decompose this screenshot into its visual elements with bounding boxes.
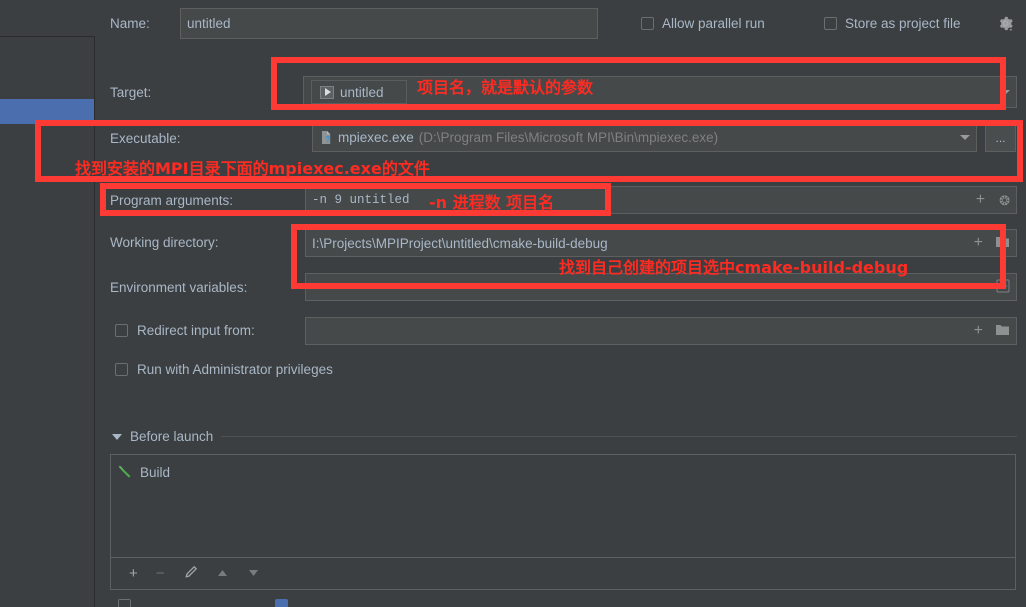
- run-with-admin-label[interactable]: Run with Administrator privileges: [137, 362, 333, 377]
- target-selected-item[interactable]: untitled: [311, 80, 407, 104]
- move-down-icon: [247, 566, 260, 581]
- working-directory-value: I:\Projects\MPIProject\untitled\cmake-bu…: [312, 235, 608, 251]
- before-launch-divider: [221, 436, 1017, 437]
- target-combobox[interactable]: [303, 76, 1017, 108]
- program-arguments-value: -n 9 untitled: [312, 193, 410, 207]
- unknown-file-icon: ?: [319, 130, 333, 145]
- allow-parallel-run-checkbox[interactable]: [641, 17, 654, 30]
- insert-macro-icon[interactable]: +: [976, 192, 985, 208]
- before-launch-header[interactable]: Before launch: [112, 429, 1017, 444]
- executable-browse-button[interactable]: ...: [985, 123, 1016, 152]
- working-directory-insert-macro-icon[interactable]: +: [974, 235, 983, 251]
- move-up-icon: [216, 566, 229, 581]
- annotation-text-target: 项目名，就是默认的参数: [417, 78, 594, 97]
- allow-parallel-run-label[interactable]: Allow parallel run: [662, 16, 765, 31]
- gear-icon[interactable]: [997, 15, 1014, 35]
- working-directory-input[interactable]: I:\Projects\MPIProject\untitled\cmake-bu…: [305, 229, 1017, 257]
- activate-tool-window-checkbox[interactable]: [275, 599, 288, 607]
- target-label: Target:: [110, 85, 152, 100]
- before-launch-item-label: Build: [140, 465, 171, 480]
- before-launch-toolbar[interactable]: + −: [110, 558, 1016, 590]
- annotation-text-executable: 找到安装的MPI目录下面的mpiexec.exe的文件: [75, 159, 430, 178]
- expand-editor-icon[interactable]: ❂: [999, 194, 1010, 207]
- executable-combobox[interactable]: ? mpiexec.exe (D:\Program Files\Microsof…: [312, 123, 977, 152]
- before-launch-item-build[interactable]: Build: [117, 463, 170, 482]
- executable-value: mpiexec.exe: [338, 130, 414, 145]
- environment-variables-browse-icon[interactable]: [996, 279, 1010, 296]
- executable-label: Executable:: [110, 131, 181, 146]
- configurations-sidebar[interactable]: [0, 36, 95, 607]
- sidebar-selected-item[interactable]: [0, 99, 94, 124]
- edit-task-icon[interactable]: [183, 565, 198, 583]
- run-configuration-icon: [320, 85, 334, 99]
- show-this-page-checkbox[interactable]: [118, 599, 131, 607]
- before-launch-list[interactable]: Build: [110, 454, 1016, 558]
- environment-variables-label: Environment variables:: [110, 280, 248, 295]
- annotation-text-workdir: 找到自己创建的项目选中cmake-build-debug: [559, 258, 909, 277]
- run-with-admin-checkbox[interactable]: [115, 363, 128, 376]
- chevron-down-icon[interactable]: [1000, 89, 1010, 95]
- name-input[interactable]: untitled: [180, 8, 598, 39]
- program-arguments-input[interactable]: -n 9 untitled + ❂: [305, 186, 1017, 214]
- bottom-options-row[interactable]: [110, 597, 1016, 607]
- redirect-input-checkbox[interactable]: [115, 324, 128, 337]
- program-arguments-label: Program arguments:: [110, 193, 234, 208]
- executable-browse-label: ...: [995, 130, 1006, 145]
- add-task-icon[interactable]: +: [129, 566, 138, 581]
- before-launch-title: Before launch: [130, 429, 214, 444]
- folder-icon[interactable]: [995, 235, 1010, 251]
- executable-path-hint: (D:\Program Files\Microsoft MPI\Bin\mpie…: [418, 130, 719, 145]
- svg-text:?: ?: [325, 135, 331, 145]
- working-directory-label: Working directory:: [110, 235, 219, 250]
- store-as-project-file-checkbox[interactable]: [824, 17, 837, 30]
- store-as-project-file-label[interactable]: Store as project file: [845, 16, 961, 31]
- hammer-icon: [117, 463, 133, 482]
- redirect-input-label[interactable]: Redirect input from:: [137, 323, 255, 338]
- run-configuration-dialog: Name: untitled Allow parallel run Store …: [0, 0, 1026, 607]
- redirect-insert-macro-icon[interactable]: +: [974, 323, 983, 339]
- collapse-triangle-icon[interactable]: [112, 433, 122, 440]
- name-input-value: untitled: [187, 16, 231, 31]
- remove-task-icon: −: [155, 565, 165, 582]
- annotation-text-arguments: -n 进程数 项目名: [429, 193, 555, 212]
- executable-chevron-down-icon[interactable]: [960, 135, 970, 140]
- name-label: Name:: [110, 16, 150, 31]
- redirect-folder-icon[interactable]: [995, 323, 1010, 339]
- redirect-input-field[interactable]: +: [305, 317, 1017, 345]
- target-value: untitled: [340, 84, 384, 100]
